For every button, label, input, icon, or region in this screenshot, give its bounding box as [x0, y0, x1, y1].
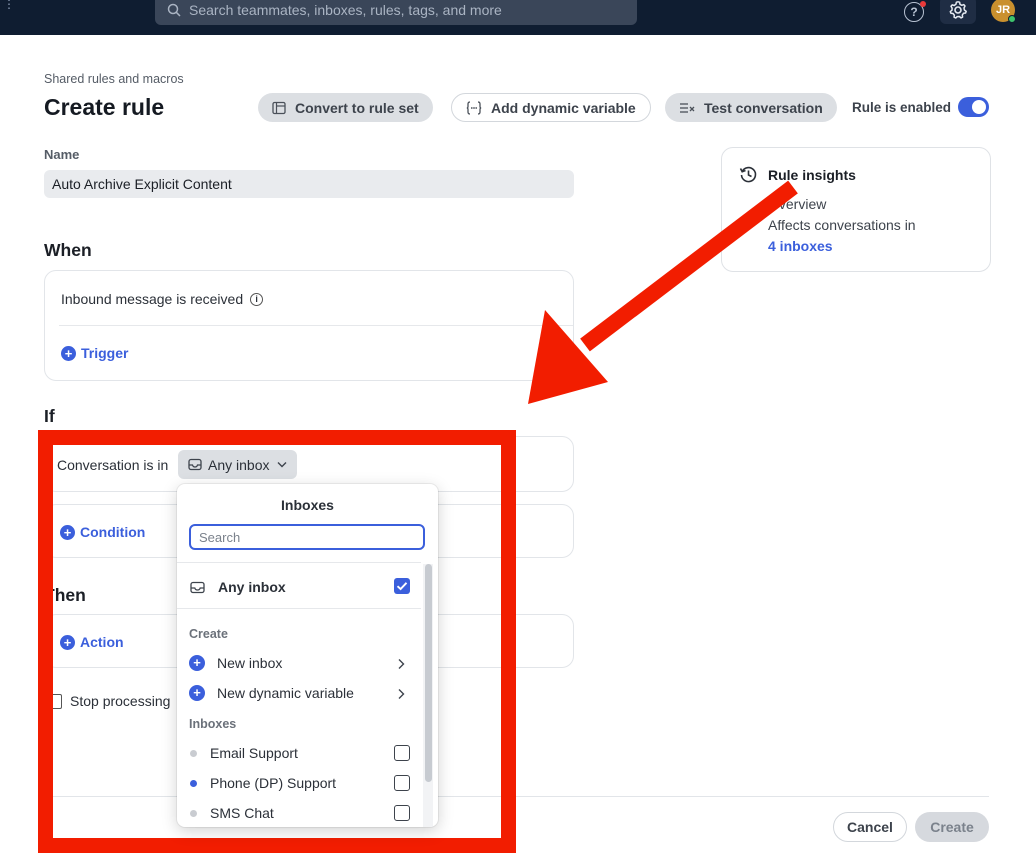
- insights-header: Rule insights: [739, 165, 856, 184]
- variable-braces-icon: [466, 100, 482, 115]
- trigger-text: Inbound message is received: [61, 291, 244, 307]
- dropdown-search-placeholder: Search: [199, 529, 241, 545]
- inbox-option-email-support[interactable]: Email Support: [189, 745, 298, 761]
- divider: [177, 608, 421, 609]
- new-dynamic-variable-label: New dynamic variable: [217, 685, 354, 701]
- online-status-dot: [1008, 15, 1016, 23]
- any-inbox-option[interactable]: Any inbox: [190, 579, 286, 595]
- inbox-option-label: Email Support: [210, 745, 298, 761]
- test-label: Test conversation: [704, 99, 823, 116]
- avatar-initials: JR: [995, 4, 1011, 16]
- dropdown-search-input[interactable]: Search: [189, 524, 425, 550]
- create-button[interactable]: Create: [915, 812, 989, 842]
- notification-dot: [920, 1, 926, 7]
- inbox-dropdown: Inboxes Search Any inbox Create + New in…: [177, 484, 438, 827]
- inbox-tray-icon: [190, 581, 205, 593]
- plus-circle-icon: +: [61, 345, 76, 361]
- insights-overview: Overview: [768, 196, 827, 212]
- test-list-icon: [680, 102, 695, 113]
- new-inbox-label: New inbox: [217, 655, 283, 671]
- toggle-knob: [972, 100, 986, 114]
- inbox-checkbox[interactable]: [394, 775, 410, 791]
- chevron-right-icon: [398, 659, 405, 669]
- page-title: Create rule: [44, 94, 165, 120]
- dropdown-scrollbar-thumb[interactable]: [425, 564, 432, 782]
- inbox-checkbox[interactable]: [394, 805, 410, 821]
- inbox-color-dot: [190, 779, 197, 787]
- plus-circle-icon: +: [189, 655, 205, 671]
- checkmark-icon: [396, 582, 408, 591]
- add-trigger-label: Trigger: [81, 345, 129, 361]
- settings-button[interactable]: [940, 0, 976, 24]
- top-navigation-bar: ⋮ Search teammates, inboxes, rules, tags…: [0, 0, 1036, 35]
- breadcrumb[interactable]: Shared rules and macros: [44, 72, 184, 86]
- convert-to-rule-set-button[interactable]: Convert to rule set: [258, 93, 433, 122]
- divider: [59, 325, 573, 326]
- help-button[interactable]: ?: [899, 0, 929, 24]
- insights-affects: Affects conversations in: [768, 217, 916, 233]
- plus-circle-icon: +: [189, 685, 205, 701]
- inbox-option-label: Phone (DP) Support: [210, 775, 337, 791]
- inbox-option-label: SMS Chat: [210, 805, 274, 821]
- test-conversation-button[interactable]: Test conversation: [665, 93, 837, 122]
- history-icon: [739, 166, 757, 183]
- gear-icon: [949, 1, 967, 19]
- inboxes-group-label: Inboxes: [189, 717, 237, 731]
- inbox-color-dot: [190, 749, 197, 757]
- divider: [177, 562, 421, 563]
- inbox-checkbox[interactable]: [394, 745, 410, 761]
- table-icon: [272, 101, 286, 114]
- rule-enabled-label: Rule is enabled: [852, 100, 952, 115]
- inbox-color-dot: [190, 809, 197, 817]
- global-search-placeholder: Search teammates, inboxes, rules, tags, …: [189, 2, 502, 18]
- create-group-label: Create: [189, 627, 228, 641]
- dynamic-label: Add dynamic variable: [491, 99, 636, 116]
- insights-title: Rule insights: [768, 166, 856, 183]
- help-icon: ?: [904, 1, 926, 22]
- name-label: Name: [44, 147, 80, 162]
- inbox-option-phone-support[interactable]: Phone (DP) Support: [189, 775, 336, 791]
- inbox-option-sms-chat[interactable]: SMS Chat: [189, 805, 274, 821]
- app-menu-icon[interactable]: ⋮: [3, 0, 15, 10]
- any-inbox-label: Any inbox: [218, 579, 286, 595]
- convert-label: Convert to rule set: [295, 99, 419, 116]
- rule-enabled-toggle[interactable]: [958, 97, 989, 117]
- new-dynamic-variable-option[interactable]: + New dynamic variable: [189, 685, 354, 701]
- dropdown-title: Inboxes: [281, 497, 334, 513]
- add-dynamic-variable-button[interactable]: Add dynamic variable: [451, 93, 651, 122]
- any-inbox-checkbox[interactable]: [394, 578, 410, 594]
- cancel-button[interactable]: Cancel: [833, 812, 907, 842]
- search-icon: [167, 3, 181, 17]
- when-card: Inbound message is received i + Trigger: [44, 270, 574, 381]
- rule-name-value: Auto Archive Explicit Content: [52, 176, 232, 192]
- rule-name-input[interactable]: Auto Archive Explicit Content: [44, 170, 574, 198]
- insights-inboxes-link[interactable]: 4 inboxes: [768, 238, 833, 254]
- rule-insights-panel: Rule insights Overview Affects conversat…: [721, 147, 991, 272]
- global-search-input[interactable]: Search teammates, inboxes, rules, tags, …: [155, 0, 637, 25]
- add-trigger-button[interactable]: + Trigger: [61, 345, 128, 361]
- info-icon[interactable]: i: [250, 292, 264, 306]
- trigger-row[interactable]: Inbound message is received i: [61, 291, 264, 307]
- user-avatar[interactable]: JR: [991, 0, 1016, 23]
- when-heading: When: [44, 240, 92, 260]
- if-heading: If: [44, 406, 55, 426]
- new-inbox-option[interactable]: + New inbox: [189, 655, 282, 671]
- chevron-right-icon: [398, 689, 405, 699]
